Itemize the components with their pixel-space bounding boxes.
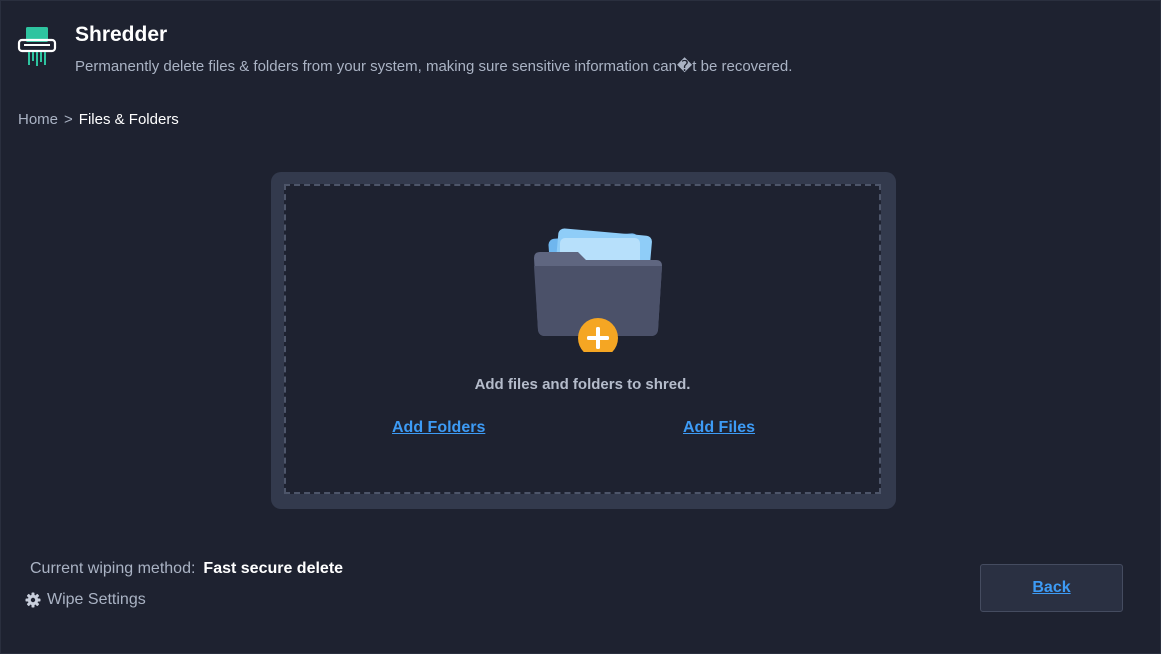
back-button[interactable]: Back — [980, 564, 1123, 612]
page-subtitle: Permanently delete files & folders from … — [75, 58, 793, 75]
add-folders-link[interactable]: Add Folders — [392, 419, 485, 437]
drop-zone[interactable]: Add files and folders to shred. Add Fold… — [284, 184, 881, 494]
add-files-link[interactable]: Add Files — [683, 419, 755, 437]
wipe-settings-link[interactable]: Wipe Settings — [25, 591, 146, 609]
gear-icon — [25, 592, 41, 608]
breadcrumb: Home > Files & Folders — [18, 111, 179, 128]
drop-zone-prompt: Add files and folders to shred. — [474, 376, 691, 393]
drop-zone-frame: Add files and folders to shred. Add Fold… — [271, 172, 896, 509]
wipe-settings-label: Wipe Settings — [47, 591, 146, 608]
wiping-method-row: Current wiping method: Fast secure delete — [30, 560, 343, 578]
breadcrumb-separator: > — [64, 111, 73, 128]
wiping-method-label: Current wiping method: — [30, 560, 196, 577]
wiping-method-value: Fast secure delete — [203, 560, 344, 577]
shredder-window: Shredder Permanently delete files & fold… — [0, 0, 1161, 654]
shredder-icon — [17, 27, 57, 66]
breadcrumb-current: Files & Folders — [78, 111, 179, 128]
page-title: Shredder — [75, 23, 168, 46]
breadcrumb-home-link[interactable]: Home — [18, 111, 58, 128]
folder-add-icon — [534, 228, 662, 352]
